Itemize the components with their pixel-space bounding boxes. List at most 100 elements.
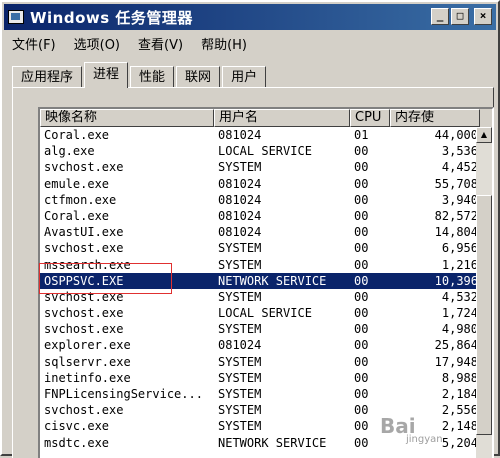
column-header-user-name[interactable]: 用户名	[214, 109, 350, 127]
table-row[interactable]: svchost.exe LOCAL SERVICE 00 1,724	[40, 305, 492, 321]
cell-name: svchost.exe	[44, 289, 124, 304]
cell-mem: 3,536	[441, 144, 478, 159]
cell-mem: 6,956	[441, 241, 478, 256]
cell-name: msdtc.exe	[44, 435, 110, 450]
cell-cpu: 00	[354, 225, 369, 240]
table-row[interactable]: OSPPSVC.EXE NETWORK SERVICE 00 10,396	[40, 272, 492, 289]
table-row[interactable]: Coral.exe 081024 00 82,572	[40, 208, 492, 224]
table-row[interactable]: ctfmon.exe 081024 00 3,940	[40, 192, 492, 208]
cell-name: svchost.exe	[44, 403, 124, 418]
menu-view[interactable]: 查看(V)	[132, 34, 189, 53]
cell-name: explorer.exe	[44, 338, 131, 353]
column-header-memory[interactable]: 内存使	[390, 109, 480, 127]
cell-user: LOCAL SERVICE	[218, 306, 312, 321]
cell-cpu: 00	[354, 160, 369, 175]
cell-mem: 4,980	[441, 322, 478, 337]
tab-networking[interactable]: 联网	[176, 66, 221, 88]
cell-name: Coral.exe	[44, 208, 110, 223]
cell-mem: 8,988	[441, 370, 478, 385]
close-button[interactable]: ×	[474, 8, 492, 25]
cell-mem: 3,940	[441, 192, 478, 207]
cell-name: Coral.exe	[44, 128, 110, 142]
vertical-scrollbar[interactable]: ▲	[476, 127, 492, 458]
cell-mem: 25,864	[434, 338, 478, 353]
title-bar[interactable]: Windows 任务管理器 _ □ ×	[4, 4, 496, 30]
tab-applications[interactable]: 应用程序	[12, 66, 83, 88]
cell-mem: 2,184	[441, 387, 478, 401]
cell-name: ctfmon.exe	[44, 192, 117, 207]
cell-user: SYSTEM	[218, 289, 262, 304]
menu-file[interactable]: 文件(F)	[6, 34, 62, 53]
window-app-icon	[8, 10, 24, 24]
column-header-row: 映像名称 用户名 CPU 内存使	[40, 109, 492, 127]
tab-performance[interactable]: 性能	[130, 66, 175, 88]
cell-mem: 44,000	[434, 128, 478, 142]
table-row[interactable]: svchost.exe SYSTEM 00 6,956	[40, 240, 492, 256]
cell-name: svchost.exe	[44, 306, 124, 321]
tab-strip: 应用程序 进程 性能 联网 用户	[12, 62, 268, 88]
title-buttons: _ □ ×	[431, 8, 492, 25]
cell-user: 081024	[218, 192, 262, 207]
table-row[interactable]: svchost.exe SYSTEM 00 4,980	[40, 321, 492, 337]
table-row[interactable]: emule.exe 081024 00 55,708	[40, 176, 492, 192]
table-row[interactable]: explorer.exe 081024 00 25,864	[40, 337, 492, 353]
cell-cpu: 01	[354, 128, 369, 142]
cell-cpu: 00	[354, 273, 369, 288]
cell-user: SYSTEM	[218, 419, 262, 434]
table-row[interactable]: sqlservr.exe SYSTEM 00 17,948	[40, 354, 492, 370]
cell-user: 081024	[218, 176, 262, 191]
table-row[interactable]: mssearch.exe SYSTEM 00 1,216	[40, 257, 492, 273]
table-row[interactable]: inetinfo.exe SYSTEM 00 8,988	[40, 370, 492, 386]
cell-cpu: 00	[354, 176, 369, 191]
table-row[interactable]: FNPLicensingService... SYSTEM 00 2,184	[40, 386, 492, 402]
table-row[interactable]: alg.exe LOCAL SERVICE 00 3,536	[40, 143, 492, 159]
menu-options[interactable]: 选项(O)	[68, 34, 126, 53]
cell-name: inetinfo.exe	[44, 370, 131, 385]
watermark-sub: jingyan	[406, 434, 443, 445]
menu-help[interactable]: 帮助(H)	[195, 34, 253, 53]
cell-mem: 17,948	[434, 354, 478, 369]
cell-cpu: 00	[354, 322, 369, 337]
maximize-button[interactable]: □	[451, 8, 469, 25]
window-title: Windows 任务管理器	[30, 8, 193, 27]
cell-user: SYSTEM	[218, 257, 262, 272]
table-row[interactable]: Coral.exe 081024 01 44,000	[40, 127, 492, 143]
baidu-jingyan-watermark: Bai jingyan	[380, 414, 490, 450]
column-header-image-name[interactable]: 映像名称	[40, 109, 214, 127]
cell-name: sqlservr.exe	[44, 354, 131, 369]
cell-user: SYSTEM	[218, 370, 262, 385]
scroll-thumb[interactable]	[476, 195, 492, 435]
cell-user: 081024	[218, 338, 262, 353]
cell-user: 081024	[218, 208, 262, 223]
cell-mem: 82,572	[434, 208, 478, 223]
table-row[interactable]: svchost.exe SYSTEM 00 4,452	[40, 159, 492, 175]
cell-mem: 1,724	[441, 306, 478, 321]
cell-user: LOCAL SERVICE	[218, 144, 312, 159]
process-list[interactable]: 映像名称 用户名 CPU 内存使 Coral.exe 081024 01 44,000…	[38, 107, 494, 458]
tab-users[interactable]: 用户	[222, 66, 267, 88]
cell-cpu: 00	[354, 289, 369, 304]
cell-name: alg.exe	[44, 144, 95, 159]
scroll-up-arrow-icon[interactable]: ▲	[476, 127, 492, 143]
cell-cpu: 00	[354, 208, 369, 223]
cell-mem: 55,708	[434, 176, 478, 191]
cell-user: SYSTEM	[218, 403, 262, 418]
table-row[interactable]: AvastUI.exe 081024 00 14,804	[40, 224, 492, 240]
column-header-cpu[interactable]: CPU	[350, 109, 390, 127]
cell-name: emule.exe	[44, 176, 110, 191]
tab-processes[interactable]: 进程	[84, 62, 129, 88]
cell-user: SYSTEM	[218, 322, 262, 337]
cell-cpu: 00	[354, 370, 369, 385]
cell-mem: 10,396	[434, 273, 478, 288]
cell-cpu: 00	[354, 306, 369, 321]
cell-name: cisvc.exe	[44, 419, 110, 434]
cell-name: svchost.exe	[44, 241, 124, 256]
cell-name: svchost.exe	[44, 160, 124, 175]
cell-user: SYSTEM	[218, 160, 262, 175]
table-row[interactable]: svchost.exe SYSTEM 00 4,532	[40, 289, 492, 305]
cell-cpu: 00	[354, 241, 369, 256]
cell-user: NETWORK SERVICE	[218, 435, 327, 450]
cell-user: 081024	[218, 128, 262, 142]
minimize-button[interactable]: _	[431, 8, 449, 25]
cell-user: SYSTEM	[218, 387, 262, 401]
